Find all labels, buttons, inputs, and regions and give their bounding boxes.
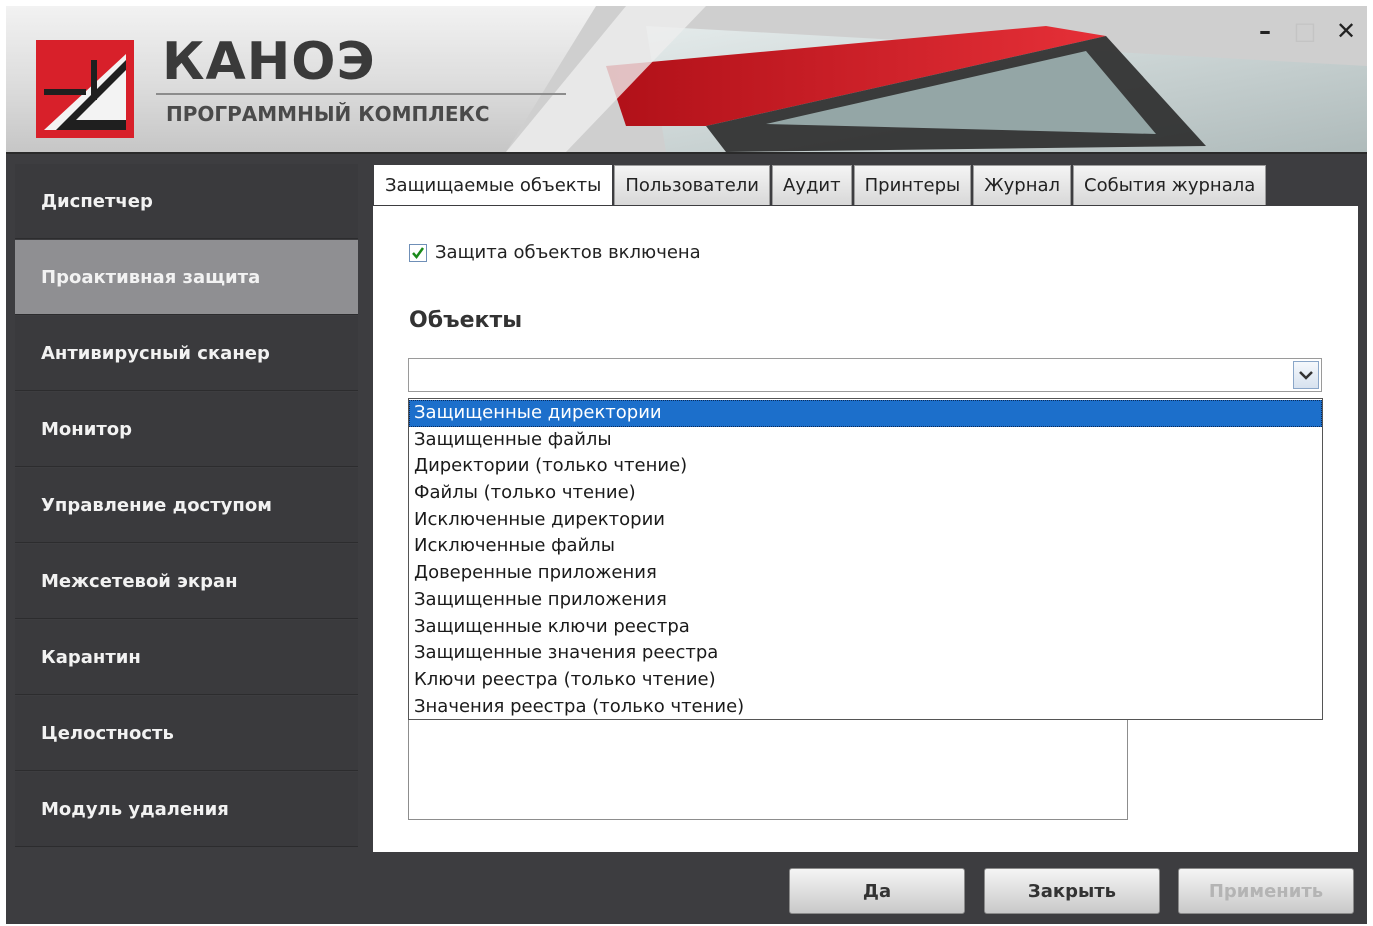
- tab-bar: Защищаемые объекты Пользователи Аудит Пр…: [374, 165, 1268, 205]
- dropdown-option[interactable]: Доверенные приложения: [409, 560, 1322, 587]
- chevron-down-icon: [1299, 371, 1313, 380]
- checkmark-icon: [412, 246, 425, 259]
- objects-heading: Объекты: [409, 308, 523, 333]
- combo-dropdown-button[interactable]: [1293, 361, 1319, 389]
- sidebar-item-antivirus-scanner[interactable]: Антивирусный сканер: [15, 316, 358, 391]
- kanoe-logo: [36, 40, 134, 138]
- sidebar-item-firewall[interactable]: Межсетевой экран: [15, 544, 358, 619]
- dropdown-option[interactable]: Исключенные директории: [409, 507, 1322, 534]
- dropdown-option[interactable]: Защищенные директории: [409, 400, 1322, 427]
- dropdown-option[interactable]: Директории (только чтение): [409, 453, 1322, 480]
- header-banner: КАНОЭ ПРОГРАММНЫЙ КОМПЛЕКС – □ ✕: [6, 6, 1367, 154]
- close-button[interactable]: Закрыть: [984, 868, 1160, 914]
- protection-enabled-row: Защита объектов включена: [409, 242, 701, 263]
- tab-printers[interactable]: Принтеры: [853, 165, 972, 205]
- minimize-icon[interactable]: –: [1250, 16, 1280, 46]
- protection-enabled-label: Защита объектов включена: [435, 242, 701, 263]
- tab-users[interactable]: Пользователи: [614, 165, 770, 205]
- sidebar-item-removal-module[interactable]: Модуль удаления: [15, 772, 358, 847]
- dropdown-option[interactable]: Ключи реестра (только чтение): [409, 667, 1322, 694]
- apply-button[interactable]: Применить: [1178, 868, 1354, 914]
- tab-protected-objects[interactable]: Защищаемые объекты: [374, 165, 613, 205]
- close-icon[interactable]: ✕: [1331, 16, 1361, 46]
- app-title: КАНОЭ: [162, 32, 376, 92]
- sidebar-nav: Диспетчер Проактивная защита Антивирусны…: [15, 164, 358, 848]
- sidebar-item-dispatcher[interactable]: Диспетчер: [15, 164, 358, 239]
- sidebar-item-access-control[interactable]: Управление доступом: [15, 468, 358, 543]
- objects-dropdown-list: Защищенные директории Защищенные файлы Д…: [408, 398, 1323, 720]
- sidebar-item-monitor[interactable]: Монитор: [15, 392, 358, 467]
- dropdown-option[interactable]: Файлы (только чтение): [409, 480, 1322, 507]
- objects-list[interactable]: [408, 716, 1128, 820]
- sidebar-item-proactive-protection[interactable]: Проактивная защита: [15, 240, 358, 315]
- dropdown-option[interactable]: Защищенные значения реестра: [409, 640, 1322, 667]
- dropdown-option[interactable]: Значения реестра (только чтение): [409, 694, 1322, 721]
- dropdown-option[interactable]: Защищенные файлы: [409, 427, 1322, 454]
- protection-enabled-checkbox[interactable]: [409, 243, 427, 262]
- tab-journal-events[interactable]: События журнала: [1073, 165, 1267, 205]
- tab-audit[interactable]: Аудит: [772, 165, 852, 205]
- app-window: КАНОЭ ПРОГРАММНЫЙ КОМПЛЕКС – □ ✕ Диспетч…: [6, 6, 1367, 924]
- dropdown-option[interactable]: Защищенные ключи реестра: [409, 614, 1322, 641]
- dropdown-option[interactable]: Исключенные файлы: [409, 533, 1322, 560]
- objects-combobox[interactable]: [408, 358, 1322, 392]
- sidebar-item-integrity[interactable]: Целостность: [15, 696, 358, 771]
- dropdown-option[interactable]: Защищенные приложения: [409, 587, 1322, 614]
- yes-button[interactable]: Да: [789, 868, 965, 914]
- maximize-icon[interactable]: □: [1290, 16, 1320, 46]
- app-subtitle: ПРОГРАММНЫЙ КОМПЛЕКС: [166, 102, 490, 126]
- sidebar-item-quarantine[interactable]: Карантин: [15, 620, 358, 695]
- tab-journal[interactable]: Журнал: [973, 165, 1072, 205]
- tab-panel: Защита объектов включена Объекты Защищен…: [373, 206, 1358, 852]
